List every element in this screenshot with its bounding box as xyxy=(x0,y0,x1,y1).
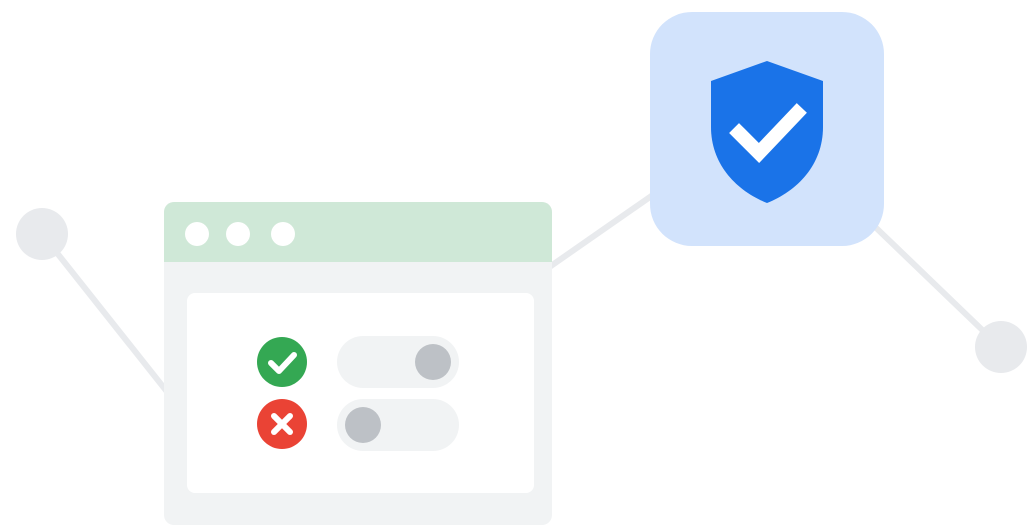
connector-line-middle xyxy=(545,187,663,271)
window-dot xyxy=(271,222,295,246)
browser-window xyxy=(164,202,552,525)
connector-line-right xyxy=(867,219,1003,350)
x-circle-icon xyxy=(256,398,308,450)
window-dot xyxy=(185,222,209,246)
shield-check-icon xyxy=(705,57,829,207)
toggle-switch-on[interactable] xyxy=(337,336,459,388)
check-circle-icon xyxy=(256,336,308,388)
window-title-bar xyxy=(164,202,552,262)
security-badge-tile xyxy=(650,12,884,246)
toggle-knob xyxy=(415,344,451,380)
connection-node-right xyxy=(975,321,1027,373)
toggle-switch-off[interactable] xyxy=(337,399,459,451)
settings-panel xyxy=(187,293,534,493)
connector-line-left xyxy=(39,231,175,401)
window-dot xyxy=(226,222,250,246)
connection-node-left xyxy=(16,208,68,260)
toggle-knob xyxy=(345,407,381,443)
